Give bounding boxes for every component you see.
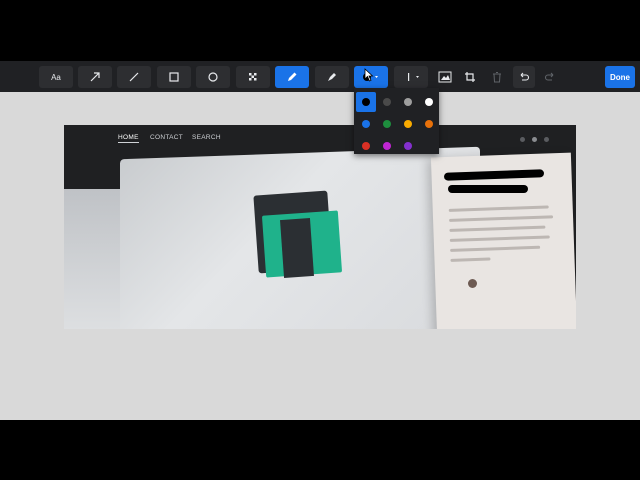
- captured-nav-contact: CONTACT: [150, 134, 184, 141]
- mouse-cursor-icon: [364, 68, 374, 87]
- color-swatch[interactable]: [425, 98, 433, 106]
- arrow-icon: [90, 72, 100, 82]
- captured-nav-home: HOME: [118, 134, 139, 143]
- color-swatch[interactable]: [404, 120, 412, 128]
- captured-screenshot[interactable]: HOME CONTACT SEARCH: [64, 125, 576, 329]
- pen-tool-button[interactable]: [275, 66, 309, 88]
- captured-nav-dot: [544, 137, 549, 142]
- paper-text-line: [449, 235, 550, 242]
- image-crop-icon: [438, 71, 452, 83]
- highlighter-tool-button[interactable]: [315, 66, 349, 88]
- captured-avatar: [468, 279, 477, 288]
- rectangle-tool-button[interactable]: [157, 66, 191, 88]
- paper-text-line: [448, 205, 549, 212]
- color-swatch[interactable]: [362, 120, 370, 128]
- line-width-button[interactable]: [394, 66, 428, 88]
- text-tool-button[interactable]: Aa: [39, 66, 73, 88]
- line-icon: [129, 72, 139, 82]
- annotation-toolbar: Aa Done: [0, 61, 640, 92]
- undo-icon: [520, 72, 530, 81]
- trash-icon: [493, 72, 501, 83]
- rectangle-icon: [169, 72, 179, 82]
- captured-nav-dot: [520, 137, 525, 142]
- done-button[interactable]: Done: [605, 66, 635, 88]
- highlighter-icon: [328, 73, 336, 81]
- color-swatch[interactable]: [383, 142, 391, 150]
- color-swatch[interactable]: [425, 120, 433, 128]
- text-tool-label: Aa: [51, 72, 61, 82]
- pen-icon: [288, 72, 297, 81]
- color-swatch[interactable]: [404, 142, 412, 150]
- blur-icon: [249, 73, 257, 81]
- blur-tool-button[interactable]: [236, 66, 270, 88]
- color-swatch[interactable]: [362, 142, 370, 150]
- crop-screenshot-button[interactable]: [434, 66, 456, 88]
- arrow-tool-button[interactable]: [78, 66, 112, 88]
- paper-text-line: [449, 215, 554, 222]
- delete-button[interactable]: [486, 66, 508, 88]
- color-swatch[interactable]: [383, 98, 391, 106]
- pen-stroke: [448, 185, 528, 193]
- line-tool-button[interactable]: [117, 66, 151, 88]
- crop-icon: [465, 72, 475, 82]
- captured-nav-search: SEARCH: [192, 134, 221, 141]
- crop-button[interactable]: [459, 66, 481, 88]
- line-width-icon: [408, 73, 419, 81]
- redo-button[interactable]: [539, 66, 561, 88]
- color-swatch[interactable]: [362, 98, 370, 106]
- ellipse-icon: [208, 72, 218, 82]
- redo-icon: [544, 72, 554, 81]
- paper-text-line: [450, 245, 541, 252]
- paper-text-line: [450, 257, 491, 262]
- paper-text-line: [449, 225, 546, 232]
- captured-nav-dot: [532, 137, 537, 142]
- undo-button[interactable]: [513, 66, 535, 88]
- ellipse-tool-button[interactable]: [196, 66, 230, 88]
- color-swatch[interactable]: [404, 98, 412, 106]
- color-palette-popup: [354, 88, 439, 154]
- captured-logo-stem: [280, 218, 314, 278]
- color-swatch[interactable]: [383, 120, 391, 128]
